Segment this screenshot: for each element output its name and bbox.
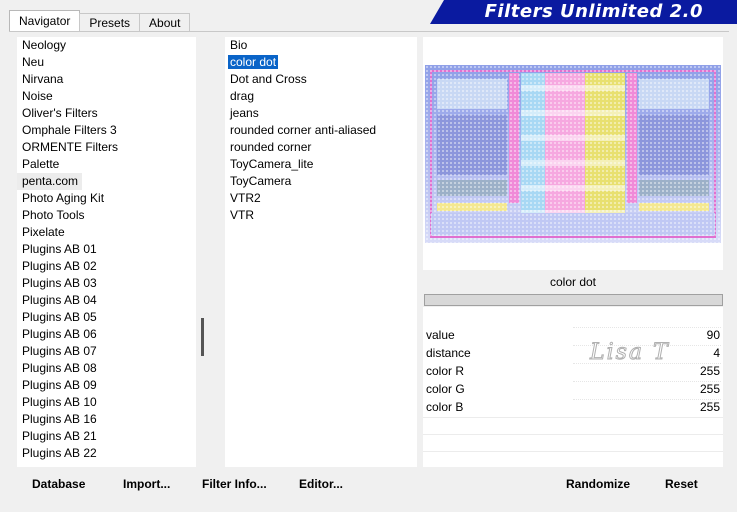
filter-item[interactable]: VTR <box>225 207 417 224</box>
editor-button[interactable]: Editor... <box>299 476 343 492</box>
category-item[interactable]: Plugins AB 02 <box>17 258 196 275</box>
tab-bar: Navigator Presets About <box>9 10 191 32</box>
filter-item[interactable]: Bio <box>225 37 417 54</box>
param-row[interactable]: value 90 <box>423 326 723 344</box>
title-banner: Filters Unlimited 2.0 <box>430 0 737 24</box>
category-item[interactable]: Pixelate <box>17 224 196 241</box>
category-item[interactable]: Plugins AB 04 <box>17 292 196 309</box>
filter-item[interactable]: VTR2 <box>225 190 417 207</box>
category-item[interactable]: Plugins AB 09 <box>17 377 196 394</box>
tab-navigator[interactable]: Navigator <box>9 10 81 32</box>
param-label: distance <box>426 346 471 360</box>
param-label: color B <box>426 400 464 414</box>
filter-item-label: Dot and Cross <box>230 72 307 86</box>
param-row[interactable]: color R 255 <box>423 362 723 380</box>
category-item[interactable]: Nirvana <box>17 71 196 88</box>
filter-item-label: rounded corner anti-aliased <box>230 123 377 137</box>
filter-item[interactable]: rounded corner <box>225 139 417 156</box>
param-value: 4 <box>713 346 720 360</box>
filter-item-label: drag <box>230 89 255 103</box>
param-empty-row <box>423 434 723 435</box>
filters-unlimited-window: Navigator Presets About Filters Unlimite… <box>0 0 737 512</box>
filter-item[interactable]: ToyCamera <box>225 173 417 190</box>
filter-item[interactable]: Dot and Cross <box>225 71 417 88</box>
param-slider-track[interactable] <box>573 381 721 397</box>
randomize-button[interactable]: Randomize <box>566 476 630 492</box>
watermark-signature: Lisa T <box>590 340 670 366</box>
category-item[interactable]: Plugins AB 21 <box>17 428 196 445</box>
preview-image <box>425 65 721 243</box>
filter-item-label: VTR2 <box>230 191 261 205</box>
filter-item[interactable]: color dot <box>225 54 417 71</box>
filter-item[interactable]: ToyCamera_lite <box>225 156 417 173</box>
filter-item[interactable]: drag <box>225 88 417 105</box>
progress-bar <box>424 294 723 306</box>
category-item[interactable]: Photo Aging Kit <box>17 190 196 207</box>
category-item[interactable]: Plugins AB 01 <box>17 241 196 258</box>
param-value: 90 <box>706 328 720 342</box>
reset-button[interactable]: Reset <box>665 476 698 492</box>
category-item[interactable]: Plugins AB 22 <box>17 445 196 462</box>
filter-item-label: ToyCamera <box>230 174 292 188</box>
filter-item[interactable]: jeans <box>225 105 417 122</box>
category-item[interactable]: Omphale Filters 3 <box>17 122 196 139</box>
category-item[interactable]: Plugins AB 10 <box>17 394 196 411</box>
param-value: 255 <box>699 400 720 414</box>
filter-item-label: color dot <box>226 54 280 70</box>
category-item[interactable]: Photo Tools <box>17 207 196 224</box>
filter-item-label: VTR <box>230 208 254 222</box>
category-item[interactable]: Neu <box>17 54 196 71</box>
filter-item[interactable]: rounded corner anti-aliased <box>225 122 417 139</box>
category-item[interactable]: ORMENTE Filters <box>17 139 196 156</box>
category-item[interactable]: Plugins AB 16 <box>17 411 196 428</box>
category-item[interactable]: Neology <box>17 37 196 54</box>
param-row[interactable]: color B 255 <box>423 398 723 416</box>
param-slider-track[interactable] <box>573 363 721 379</box>
param-empty-row <box>423 417 723 418</box>
category-scroll-thumb[interactable] <box>201 318 204 356</box>
tab-divider <box>9 31 729 32</box>
category-item[interactable]: Palette <box>17 156 196 173</box>
param-value: 255 <box>699 364 720 378</box>
param-label: color R <box>426 364 465 378</box>
filter-info-button[interactable]: Filter Info... <box>202 476 267 492</box>
category-item[interactable]: Plugins AB 03 <box>17 275 196 292</box>
param-row[interactable]: distance 4 <box>423 344 723 362</box>
banner-title: Filters Unlimited 2.0 <box>484 1 703 22</box>
category-item[interactable]: Plugins AB 06 <box>17 326 196 343</box>
category-list[interactable]: Neology Neu Nirvana Noise Oliver's Filters Om… <box>17 37 196 467</box>
category-item[interactable]: penta.com <box>17 173 83 190</box>
filter-list[interactable]: Bio color dot Dot and Cross drag jeans rounde… <box>225 37 417 467</box>
database-button[interactable]: Database <box>32 476 85 492</box>
category-item[interactable]: Noise <box>17 88 196 105</box>
import-button[interactable]: Import... <box>123 476 170 492</box>
param-label: value <box>426 328 455 342</box>
parameter-panel: value 90 distance 4 color R 255 color G 255 colo… <box>423 307 723 467</box>
category-item[interactable]: Plugins AB 05 <box>17 309 196 326</box>
category-item[interactable]: Plugins AB 08 <box>17 360 196 377</box>
param-label: color G <box>426 382 465 396</box>
param-value: 255 <box>699 382 720 396</box>
category-item[interactable]: Oliver's Filters <box>17 105 196 122</box>
filter-item-label: rounded corner <box>230 140 312 154</box>
filter-name-label: color dot <box>423 270 723 294</box>
filter-item-label: Bio <box>230 38 248 52</box>
filter-item-label: ToyCamera_lite <box>230 157 314 171</box>
category-item[interactable]: Plugins AB 07 <box>17 343 196 360</box>
filter-item-label: jeans <box>230 106 259 120</box>
tab-presets[interactable]: Presets <box>79 13 141 32</box>
tab-about[interactable]: About <box>139 13 191 32</box>
param-empty-row <box>423 451 723 452</box>
category-scrollbar[interactable] <box>196 37 216 467</box>
param-slider-track[interactable] <box>573 399 721 415</box>
param-row[interactable]: color G 255 <box>423 380 723 398</box>
